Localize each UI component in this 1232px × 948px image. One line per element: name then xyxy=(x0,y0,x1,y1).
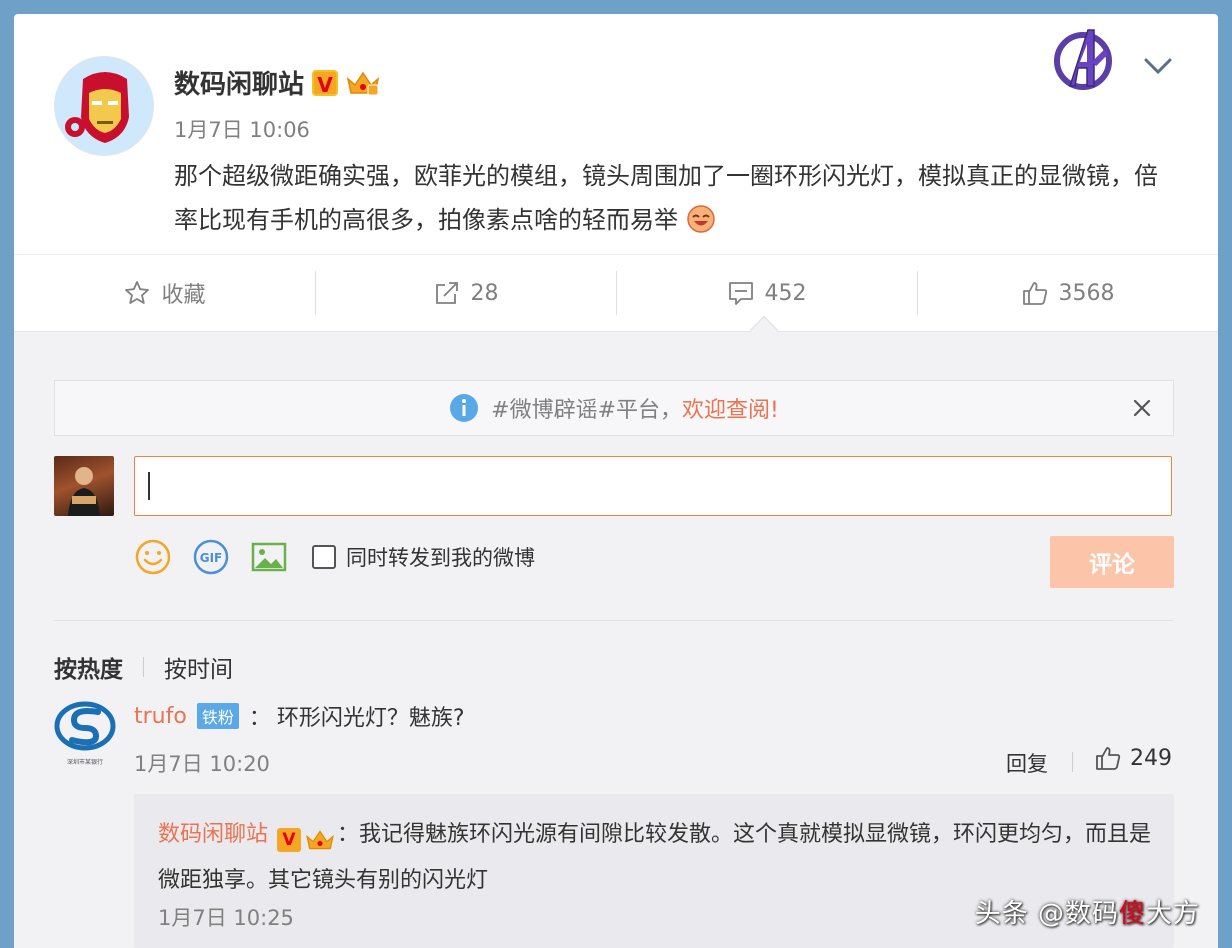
notice-link[interactable]: 欢迎查阅! xyxy=(682,392,779,424)
comment-input[interactable] xyxy=(134,456,1172,516)
close-icon[interactable] xyxy=(1129,395,1155,421)
iron-man-avatar-icon xyxy=(55,57,153,155)
comment-sort-tabs: 按热度 按时间 xyxy=(54,650,233,684)
tab-sort-time[interactable]: 按时间 xyxy=(164,650,233,684)
info-circle-icon xyxy=(450,394,479,422)
reply-line: 数码闲聊站 V ：我记得魅族环闪光源有间隙比较发散。这个真就模拟显微镜，环闪更均… xyxy=(158,812,1158,904)
author-row: 数码闲聊站 V xyxy=(174,64,380,101)
action-bar: 收藏 28 452 3568 xyxy=(14,254,1218,332)
post-body: 那个超级微距确实强，欧菲光的模组，镜头周围加了一圈环形闪光灯，模拟真正的显微镜，… xyxy=(174,154,1174,242)
laugh-emoji-icon xyxy=(686,205,715,233)
rumor-notice-banner[interactable]: #微博辟谣#平台， 欢迎查阅! xyxy=(54,380,1174,436)
share-arrow-icon xyxy=(435,282,458,304)
repost-count: 28 xyxy=(470,280,499,306)
vip-crown-icon xyxy=(306,830,334,850)
thumbs-up-icon xyxy=(1096,747,1121,770)
comment-like-count: 249 xyxy=(1130,745,1172,771)
svg-text:GIF: GIF xyxy=(200,551,223,565)
weibo-post-card: 数码闲聊站 V 1月7日 10:06 那个超级微距确实强，欧菲光的模组，镜头周围… xyxy=(14,14,1218,948)
reply-badges: V xyxy=(277,828,335,852)
post-timestamp[interactable]: 1月7日 10:06 xyxy=(174,114,310,144)
image-icon[interactable] xyxy=(250,538,288,576)
repost-checkbox[interactable] xyxy=(312,545,336,569)
tab-separator xyxy=(143,657,144,677)
comment-section: #微博辟谣#平台， 欢迎查阅! GIF 同时转发到我的微博 评论 按热度 按时间… xyxy=(14,332,1218,948)
favorite-button[interactable]: 收藏 xyxy=(14,273,315,313)
like-button[interactable]: 3568 xyxy=(917,271,1218,315)
vip-crown-icon xyxy=(346,71,380,95)
star-icon xyxy=(125,281,150,304)
comment-text: 环形闪光灯？魅族? xyxy=(276,706,465,731)
post-text: 那个超级微距确实强，欧菲光的模组，镜头周围加了一圈环形闪光灯，模拟真正的显微镜，… xyxy=(174,162,1158,234)
tab-sort-hot[interactable]: 按热度 xyxy=(54,650,123,684)
iron-fan-badge: 铁粉 xyxy=(196,703,239,729)
comment-like-button[interactable]: 249 xyxy=(1094,744,1172,772)
toutiao-watermark: 头条 @数码傻大方 xyxy=(975,893,1200,930)
watermark-post: 大方 xyxy=(1145,899,1200,929)
smiley-icon[interactable] xyxy=(134,538,172,576)
gif-icon[interactable]: GIF xyxy=(192,538,230,576)
commenter-name[interactable]: trufo xyxy=(134,704,187,729)
post-header: 数码闲聊站 V 1月7日 10:06 那个超级微距确实强，欧菲光的模组，镜头周围… xyxy=(14,14,1218,254)
text-cursor xyxy=(148,472,150,500)
reply-button[interactable]: 回复 xyxy=(1006,748,1048,778)
comment-action-separator xyxy=(1072,752,1073,772)
reply-timestamp: 1月7日 10:25 xyxy=(158,906,294,930)
repost-label: 同时转发到我的微博 xyxy=(346,546,535,570)
comment-timestamp: 1月7日 10:20 xyxy=(134,752,270,776)
favorite-label: 收藏 xyxy=(161,283,206,308)
comment-count: 452 xyxy=(764,280,807,306)
current-user-avatar[interactable] xyxy=(54,456,114,516)
author-name[interactable]: 数码闲聊站 xyxy=(174,64,304,101)
avatar-caption: 深圳市某银行 xyxy=(67,758,103,766)
commenter-avatar[interactable]: 深圳市某银行 xyxy=(54,698,116,768)
comment-button[interactable]: 452 xyxy=(616,271,917,315)
chevron-down-icon[interactable] xyxy=(1142,54,1174,78)
composer-toolbar: GIF 同时转发到我的微博 xyxy=(134,538,535,576)
avengers-logo-icon xyxy=(1054,29,1112,90)
user-photo-icon xyxy=(68,467,100,516)
thumbs-up-icon xyxy=(1022,282,1047,305)
author-avatar[interactable] xyxy=(54,56,154,156)
reply-colon: ： xyxy=(337,822,360,847)
comment-colon: ： xyxy=(248,706,271,731)
repost-option[interactable]: 同时转发到我的微博 xyxy=(312,542,535,572)
watermark-heart: 傻 xyxy=(1118,899,1146,929)
bank-logo-icon: 深圳市某银行 xyxy=(54,701,116,766)
verified-v-badge-icon: V xyxy=(312,69,339,97)
reply-author-name[interactable]: 数码闲聊站 xyxy=(158,822,268,847)
like-count: 3568 xyxy=(1058,280,1115,306)
watermark-pre: 头条 @数码 xyxy=(974,899,1119,929)
repost-button[interactable]: 28 xyxy=(315,271,616,315)
comment-bubble-icon xyxy=(728,282,753,305)
notice-text: #微博辟谣#平台， xyxy=(491,398,683,423)
verified-v-badge-icon: V xyxy=(277,828,302,852)
submit-comment-button[interactable]: 评论 xyxy=(1050,536,1174,588)
divider xyxy=(54,620,1174,621)
comment-line: trufo 铁粉 ： 环形闪光灯？魅族? xyxy=(134,700,465,732)
